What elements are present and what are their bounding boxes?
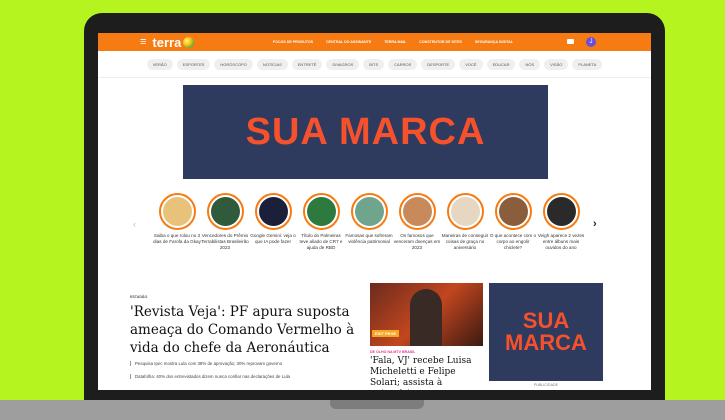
story-item[interactable]: Maneiras de conseguir coisas de graça no… bbox=[441, 193, 489, 251]
nav-chip-planeta[interactable]: PLANETA bbox=[572, 58, 603, 70]
story-caption: Famosas que sofreram violência patrimoni… bbox=[345, 233, 393, 244]
top-link-mail[interactable]: TERRA MAIL bbox=[384, 40, 406, 44]
story-caption: Vencedores do Prêmio Terrabilistas Brasi… bbox=[201, 233, 249, 250]
story-thumbnail bbox=[498, 197, 528, 226]
nav-chip-desporte[interactable]: DESPORTE bbox=[421, 58, 456, 70]
story-item[interactable]: Saiba o que rolou no 3 dias de Farofa da… bbox=[153, 193, 201, 245]
carousel-next-icon[interactable]: › bbox=[593, 218, 597, 230]
terra-logo[interactable]: terra bbox=[152, 34, 195, 50]
story-caption: Veigh aparece 2 vezes entre álbuns mais … bbox=[537, 233, 585, 250]
card-title[interactable]: 'Fala, VJ' recebe Luisa Micheletti e Fel… bbox=[370, 356, 485, 390]
story-caption: Saiba o que rolou no 3 dias de Farofa da… bbox=[153, 233, 201, 244]
nav-chip-entrete[interactable]: ENTRETÊ bbox=[291, 58, 323, 70]
banner-ad-text: SUA MARCA bbox=[245, 110, 486, 153]
story-item[interactable]: O que acontece com o corpo ao engolir ch… bbox=[489, 193, 537, 251]
story-caption: Maneiras de conseguir coisas de graça no… bbox=[441, 233, 489, 250]
banner-ad[interactable]: SUA MARCA bbox=[183, 85, 548, 179]
related-link[interactable]: Datafolha: 40% dos entrevistados dizem n… bbox=[130, 374, 365, 379]
nav-chip-noticias[interactable]: NOTÍCIAS bbox=[256, 58, 288, 70]
nav-chip-voce[interactable]: VOCÊ bbox=[459, 58, 483, 70]
nav-chip-divagros[interactable]: DIVAGROS bbox=[326, 58, 360, 70]
story-item[interactable]: Vencedores do Prêmio Terrabilistas Brasi… bbox=[201, 193, 249, 251]
ad-label: PUBLICIDADE bbox=[534, 383, 558, 387]
nav-chip-educar[interactable]: EDUCAR bbox=[486, 58, 516, 70]
top-link-central[interactable]: CENTRAL DO ASSINANTE bbox=[326, 40, 371, 44]
nav-chip-nos[interactable]: NÓS bbox=[519, 58, 541, 70]
card-badge: EXIT PEGE bbox=[372, 330, 400, 337]
story-caption: Google Gemini: veja o que IA pode fazer bbox=[250, 233, 296, 244]
story-thumbnail bbox=[258, 197, 288, 226]
logo-ball-icon bbox=[183, 36, 195, 48]
story-item[interactable]: Título do Palmeiras teve aliado de CR7 e… bbox=[297, 193, 345, 251]
story-thumbnail bbox=[546, 197, 576, 226]
top-link-focos[interactable]: FOCOS DE PRODUTOS bbox=[273, 40, 313, 44]
nav-chip-esportes[interactable]: ESPORTES bbox=[176, 58, 211, 70]
story-thumbnail bbox=[162, 197, 192, 226]
story-thumbnail bbox=[306, 197, 336, 226]
top-link-construtor[interactable]: CONSTRUTOR DE SITES bbox=[419, 40, 462, 44]
story-item[interactable]: Veigh aparece 2 vezes entre álbuns mais … bbox=[537, 193, 585, 251]
story-item[interactable]: Google Gemini: veja o que IA pode fazer bbox=[249, 193, 297, 245]
video-card-thumbnail[interactable]: EXIT PEGE bbox=[370, 283, 483, 346]
top-nav-links: FOCOS DE PRODUTOS CENTRAL DO ASSINANTE T… bbox=[273, 33, 513, 51]
story-thumbnail bbox=[402, 197, 432, 226]
nav-chip-visao[interactable]: VISÃO bbox=[544, 58, 569, 70]
user-avatar[interactable]: J bbox=[586, 37, 596, 47]
story-caption: Título do Palmeiras teve aliado de CR7 e… bbox=[299, 233, 343, 250]
nav-chip-carros[interactable]: CARROS bbox=[388, 58, 418, 70]
story-caption: Os famosos que venceram doenças em 2023 bbox=[393, 233, 441, 250]
story-caption: O que acontece com o corpo ao engolir ch… bbox=[489, 233, 537, 250]
story-item[interactable]: Os famosos que venceram doenças em 2023 bbox=[393, 193, 441, 251]
menu-icon[interactable]: ≡ bbox=[140, 36, 146, 48]
story-thumbnail bbox=[354, 197, 384, 226]
story-item[interactable]: Famosas que sofreram violência patrimoni… bbox=[345, 193, 393, 245]
nav-chip-horoscopo[interactable]: HORÓSCOPO bbox=[214, 58, 253, 70]
person-image bbox=[410, 289, 442, 346]
main-story-headline[interactable]: 'Revista Veja': PF apura suposta ameaça … bbox=[130, 303, 360, 357]
side-ad[interactable]: SUA MARCA bbox=[489, 283, 603, 381]
nav-chip-verao[interactable]: VERÃO bbox=[146, 58, 173, 70]
main-story-kicker: ESTADÃO bbox=[130, 295, 148, 299]
nav-chip-bits[interactable]: BITS bbox=[363, 58, 385, 70]
browser-screen: ≡ terra FOCOS DE PRODUTOS CENTRAL DO ASS… bbox=[98, 33, 651, 390]
story-thumbnail bbox=[210, 197, 240, 226]
top-bar: ≡ terra FOCOS DE PRODUTOS CENTRAL DO ASS… bbox=[98, 33, 651, 51]
side-ad-text: SUA MARCA bbox=[505, 310, 587, 354]
story-thumbnail bbox=[450, 197, 480, 226]
mail-icon[interactable] bbox=[567, 39, 574, 44]
stories-carousel: ‹ Saiba o que rolou no 3 dias de Farofa … bbox=[98, 193, 651, 273]
logo-text: terra bbox=[152, 34, 182, 50]
side-ad-line2: MARCA bbox=[505, 330, 587, 355]
laptop-frame: ≡ terra FOCOS DE PRODUTOS CENTRAL DO ASS… bbox=[84, 13, 665, 410]
laptop-notch bbox=[330, 400, 424, 409]
top-link-seguranca[interactable]: SEGURANÇA DIGITAL bbox=[475, 40, 513, 44]
category-nav: VERÃO ESPORTES HORÓSCOPO NOTÍCIAS ENTRET… bbox=[98, 51, 651, 78]
carousel-prev-icon[interactable]: ‹ bbox=[133, 219, 136, 229]
related-link[interactable]: Pesquisa Ipec mostra Lula com 38% de apr… bbox=[130, 361, 365, 366]
card-tag: DE OLHO NA MTV BRASIL bbox=[370, 350, 416, 354]
